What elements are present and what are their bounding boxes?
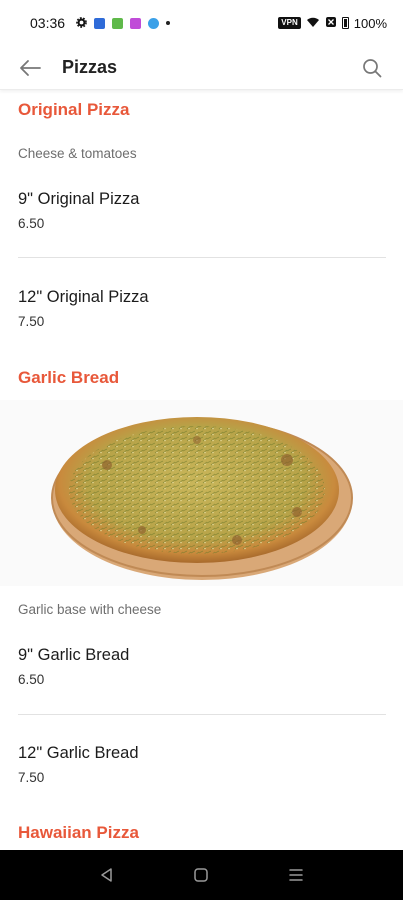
menu-item-9-garlic-bread[interactable]: 9" Garlic Bread 6.50	[18, 646, 386, 687]
chrome-icon	[148, 17, 160, 29]
divider	[18, 714, 386, 715]
menu-item-9-original-pizza[interactable]: 9" Original Pizza 6.50	[18, 190, 386, 231]
menu-list[interactable]: Original Pizza Cheese & tomatoes 9" Orig…	[0, 90, 403, 850]
item-price: 7.50	[18, 314, 45, 329]
sim-icon	[325, 16, 337, 31]
wifi-icon	[306, 16, 320, 31]
garlic-bread-image	[0, 400, 403, 586]
divider	[18, 257, 386, 258]
section-title-garlic-bread: Garlic Bread	[18, 368, 120, 387]
item-price: 6.50	[18, 672, 45, 687]
section-description: Garlic base with cheese	[18, 602, 162, 617]
triangle-back-icon	[101, 868, 112, 882]
item-price: 7.50	[18, 770, 45, 785]
item-name: 9" Garlic Bread	[18, 646, 130, 664]
status-bar: 03:36 VPN 100%	[0, 0, 403, 46]
system-nav-bar	[0, 850, 403, 900]
section-title-hawaiian-pizza: Hawaiian Pizza	[18, 823, 139, 842]
settings-gear-icon	[76, 15, 87, 31]
section-description: Cheese & tomatoes	[18, 146, 137, 161]
messenger-icon	[94, 17, 106, 29]
square-home-icon	[194, 868, 209, 882]
app-bar: Pizzas	[0, 46, 403, 90]
section-title-original-pizza: Original Pizza	[18, 100, 130, 119]
arrow-left-icon	[20, 59, 41, 76]
more-notifications-dot-icon	[166, 21, 171, 25]
menu-lines-icon	[289, 869, 303, 881]
back-button[interactable]	[10, 48, 50, 88]
menu-item-12-original-pizza[interactable]: 12" Original Pizza 7.50	[18, 288, 386, 329]
nav-recents-button[interactable]	[276, 855, 316, 895]
page-title: Pizzas	[62, 57, 118, 77]
nav-home-button[interactable]	[181, 855, 221, 895]
nav-back-button[interactable]	[87, 855, 127, 895]
status-left: 03:36	[30, 15, 171, 31]
vpn-icon: VPN	[278, 17, 301, 29]
android-icon	[112, 17, 124, 29]
menu-item-12-garlic-bread[interactable]: 12" Garlic Bread 7.50	[18, 744, 386, 785]
status-time: 03:36	[30, 15, 66, 31]
item-name: 9" Original Pizza	[18, 190, 140, 208]
search-button[interactable]	[357, 53, 387, 83]
status-right: VPN 100%	[278, 16, 387, 31]
battery-icon	[341, 17, 349, 29]
app-notification-icon	[130, 17, 142, 29]
item-name: 12" Original Pizza	[18, 288, 149, 306]
search-icon	[363, 58, 382, 77]
battery-percent: 100%	[353, 15, 387, 31]
item-price: 6.50	[18, 216, 45, 231]
item-name: 12" Garlic Bread	[18, 744, 139, 762]
